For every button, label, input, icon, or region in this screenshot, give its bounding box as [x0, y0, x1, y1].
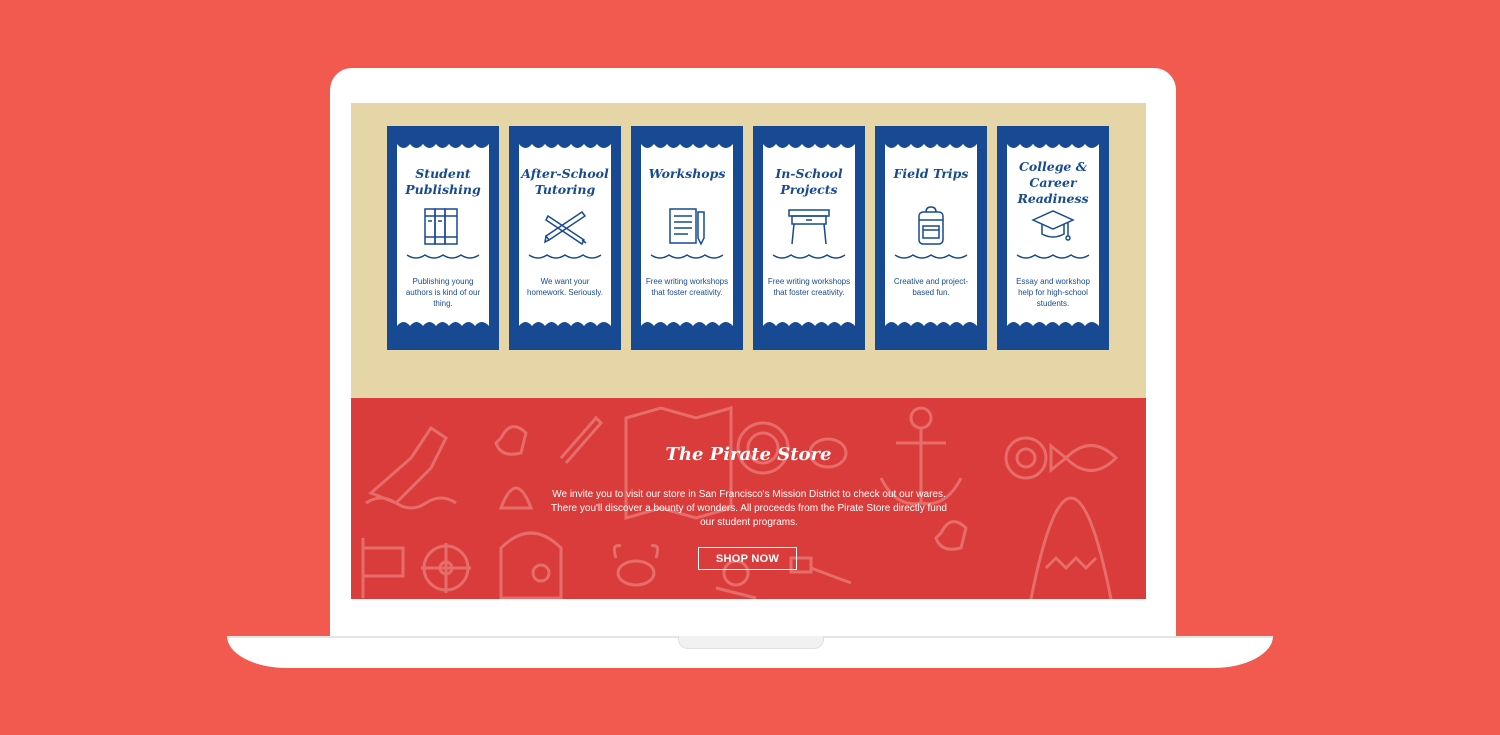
pirate-store-section: The Pirate Store We invite you to visit …	[351, 398, 1146, 599]
card-title: Workshops	[648, 166, 726, 181]
laptop-screen: Student Publishing Publishing young auth…	[351, 103, 1146, 599]
card-description: We want your homework. Seriously.	[527, 277, 603, 297]
program-card-after-school-tutoring[interactable]: After-School Tutoring We want your homew…	[509, 126, 621, 350]
graduation-cap-icon	[1031, 210, 1075, 241]
wave-divider-icon	[650, 254, 724, 259]
shop-now-button[interactable]: SHOP NOW	[698, 547, 797, 570]
wave-divider-icon	[894, 254, 968, 259]
card-title: In-School Projects	[775, 166, 843, 197]
card-description: Creative and project-based fun.	[893, 277, 969, 297]
desk-icon	[788, 209, 830, 245]
store-description: We invite you to visit our store in San …	[551, 489, 947, 528]
program-card-workshops[interactable]: Workshops Free writing workshops that fo…	[631, 126, 743, 350]
pencils-icon	[544, 210, 587, 246]
notebook-icon	[669, 208, 705, 246]
card-description: Free writing workshops that foster creat…	[645, 277, 729, 297]
wave-divider-icon	[1016, 254, 1090, 259]
laptop-notch	[678, 636, 824, 649]
card-title: After-School Tutoring	[521, 166, 609, 197]
programs-section: Student Publishing Publishing young auth…	[351, 103, 1146, 398]
books-icon	[424, 208, 458, 245]
card-title: Field Trips	[893, 166, 969, 181]
wave-divider-icon	[406, 254, 480, 259]
wave-divider-icon	[528, 254, 602, 259]
program-card-student-publishing[interactable]: Student Publishing Publishing young auth…	[387, 126, 499, 350]
wave-divider-icon	[772, 254, 846, 259]
card-description: Free writing workshops that foster creat…	[767, 277, 851, 297]
card-description: Publishing young authors is kind of our …	[405, 277, 481, 308]
store-title: The Pirate Store	[665, 444, 832, 465]
program-card-in-school-projects[interactable]: In-School Projects Free writing workshop…	[753, 126, 865, 350]
card-title: College & Career Readiness	[1017, 159, 1089, 206]
program-card-college-career-readiness[interactable]: College & Career Readiness Essay and wor…	[997, 126, 1109, 350]
program-card-field-trips[interactable]: Field Trips Creative and project-based f…	[875, 126, 987, 350]
card-description: Essay and workshop help for high-school …	[1016, 277, 1090, 308]
backpack-icon	[918, 206, 944, 245]
card-title: Student Publishing	[405, 166, 481, 197]
